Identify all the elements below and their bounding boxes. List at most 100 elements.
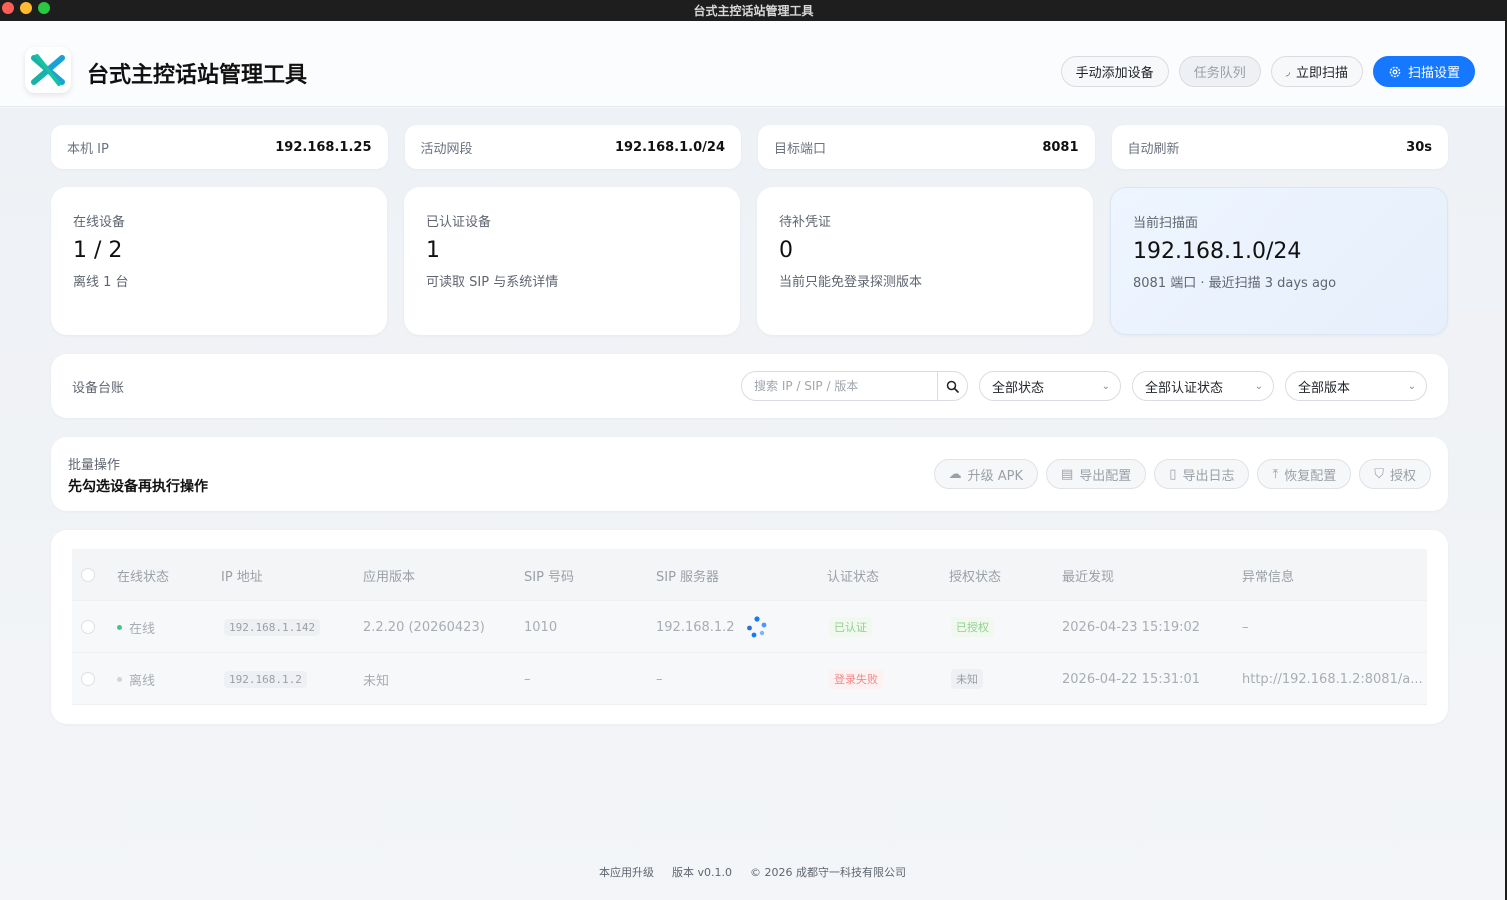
document-icon: ▤ <box>1060 466 1074 482</box>
window-titlebar: 台式主控话站管理工具 <box>0 0 1507 21</box>
col-auth: 认证状态 <box>827 569 880 585</box>
cloud-upload-icon: ☁ <box>948 466 962 482</box>
col-sip-server: SIP 服务器 <box>656 569 720 585</box>
stat-label: 已认证设备 <box>426 215 492 230</box>
search-icon <box>946 380 959 393</box>
close-window-button[interactable] <box>2 2 14 14</box>
info-value: 8081 <box>1042 139 1079 155</box>
online-status-cell: 离线 <box>117 653 155 705</box>
scan-now-label: 立即扫描 <box>1295 66 1348 81</box>
network-info-strip: 本机 IP 192.168.1.25 活动网段 192.168.1.0/24 目… <box>51 125 1448 169</box>
stat-value: 192.168.1.0/24 <box>1133 239 1302 264</box>
batch-hint: 先勾选设备再执行操作 <box>68 479 208 495</box>
window-controls <box>2 2 50 14</box>
col-version: 应用版本 <box>363 569 416 585</box>
export-config-label: 导出配置 <box>1079 468 1132 484</box>
last-seen-cell: 2026-04-23 15:19:02 <box>1062 619 1201 635</box>
col-sip: SIP 号码 <box>524 569 575 585</box>
online-status-text: 在线 <box>129 621 156 637</box>
stat-online-devices: 在线设备 1 / 2 离线 1 台 <box>51 187 387 335</box>
info-target-port: 目标端口 8081 <box>758 125 1095 169</box>
auth-cell: 登录失败 <box>829 653 883 705</box>
table-row[interactable]: 在线 192.168.1.142 2.2.20 (20260423) 1010 … <box>72 601 1427 653</box>
file-icon: ▯ <box>1169 466 1177 482</box>
refresh-icon: ◞ <box>1285 65 1290 78</box>
chevron-down-icon: ⌄ <box>1101 380 1110 392</box>
task-queue-button[interactable]: 任务队列 <box>1178 56 1261 87</box>
gear-icon <box>1389 66 1401 77</box>
stat-subtext: 离线 1 台 <box>73 275 129 290</box>
scan-settings-button[interactable]: 扫描设置 <box>1372 56 1475 87</box>
status-filter-select[interactable]: 全部状态 ⌄ <box>979 371 1121 401</box>
info-active-subnet: 活动网段 192.168.1.0/24 <box>404 125 741 169</box>
select-all-checkbox[interactable] <box>81 549 95 601</box>
info-local-ip: 本机 IP 192.168.1.25 <box>51 125 388 169</box>
stat-label: 待补凭证 <box>779 215 832 230</box>
offline-dot-icon <box>117 676 122 682</box>
last-seen-cell: 2026-04-22 15:31:01 <box>1062 671 1201 687</box>
upgrade-apk-button[interactable]: ☁ 升级 APK <box>933 459 1038 489</box>
app-footer: 本应用升级 版本 v0.1.0 © 2026 成都守一科技有限公司 <box>0 864 1505 880</box>
logo-x-icon <box>31 54 65 86</box>
table-row[interactable]: 离线 192.168.1.2 未知 – – 登录失败 未知 2026-04-22… <box>72 653 1427 705</box>
copyright: © 2026 成都守一科技有限公司 <box>750 866 906 879</box>
device-table: 在线状态 IP 地址 应用版本 SIP 号码 SIP 服务器 认证状态 授权状态… <box>72 549 1427 705</box>
online-status-cell: 在线 <box>117 601 155 653</box>
license-cell: 已授权 <box>951 601 994 653</box>
upload-icon: ⤒ <box>1272 466 1279 482</box>
scan-settings-label: 扫描设置 <box>1407 66 1460 81</box>
ledger-title: 设备台账 <box>72 381 125 396</box>
stat-value: 0 <box>779 238 793 263</box>
export-config-button[interactable]: ▤ 导出配置 <box>1045 459 1147 489</box>
auth-filter-select[interactable]: 全部认证状态 ⌄ <box>1132 371 1274 401</box>
app-upgrade-link[interactable]: 本应用升级 <box>599 864 654 880</box>
online-status-text: 离线 <box>129 673 156 689</box>
col-license: 授权状态 <box>949 569 1002 585</box>
upgrade-apk-label: 升级 APK <box>967 468 1023 484</box>
status-filter-value: 全部状态 <box>992 380 1045 396</box>
chevron-down-icon: ⌄ <box>1407 380 1416 392</box>
add-device-button[interactable]: 手动添加设备 <box>1060 56 1169 87</box>
info-value: 192.168.1.0/24 <box>614 139 725 155</box>
batch-actions: ☁ 升级 APK ▤ 导出配置 ▯ 导出日志 ⤒ 恢复配置 ⛉ 授权 <box>933 459 1431 489</box>
search-box <box>741 371 968 401</box>
search-input[interactable] <box>742 372 937 400</box>
search-button[interactable] <box>937 372 967 400</box>
error-cell: http://192.168.1.2:8081/a... <box>1242 671 1423 687</box>
shield-icon: ⛉ <box>1374 466 1384 482</box>
row-checkbox[interactable] <box>81 653 95 705</box>
minimize-window-button[interactable] <box>20 2 32 14</box>
export-log-button[interactable]: ▯ 导出日志 <box>1154 459 1250 489</box>
license-badge: 未知 <box>951 669 983 689</box>
zoom-window-button[interactable] <box>38 2 50 14</box>
ip-cell: 192.168.1.2 <box>224 653 307 705</box>
version-filter-value: 全部版本 <box>1298 380 1351 396</box>
info-label: 活动网段 <box>420 141 473 157</box>
app-window: 台式主控话站管理工具 手动添加设备 任务队列 ◞ 立即扫描 扫描设置 本机 IP… <box>0 21 1505 900</box>
info-label: 本机 IP <box>67 141 109 157</box>
device-table-card: 在线状态 IP 地址 应用版本 SIP 号码 SIP 服务器 认证状态 授权状态… <box>51 530 1448 724</box>
stat-subtext: 8081 端口 · 最近扫描 3 days ago <box>1133 276 1337 291</box>
stat-authenticated-devices: 已认证设备 1 可读取 SIP 与系统详情 <box>404 187 740 335</box>
ip-badge: 192.168.1.142 <box>224 618 321 636</box>
batch-operations-panel: 批量操作 先勾选设备再执行操作 ☁ 升级 APK ▤ 导出配置 ▯ 导出日志 ⤒… <box>51 437 1448 511</box>
info-value: 192.168.1.25 <box>275 139 372 155</box>
version-filter-select[interactable]: 全部版本 ⌄ <box>1285 371 1427 401</box>
authorize-button[interactable]: ⛉ 授权 <box>1359 459 1431 489</box>
license-badge: 已授权 <box>951 617 994 637</box>
app-header: 台式主控话站管理工具 手动添加设备 任务队列 ◞ 立即扫描 扫描设置 <box>0 21 1505 107</box>
sip-server-text: 192.168.1.2 <box>656 619 735 635</box>
row-checkbox[interactable] <box>81 601 95 653</box>
loading-spinner-icon <box>746 616 766 638</box>
stat-subtext: 可读取 SIP 与系统详情 <box>426 275 559 290</box>
sip-server-cell: 192.168.1.2 <box>656 601 769 653</box>
info-auto-refresh: 自动刷新 30s <box>1111 125 1448 169</box>
stat-subtext: 当前只能免登录探测版本 <box>779 275 923 290</box>
stat-value: 1 / 2 <box>73 238 123 263</box>
sip-cell: – <box>524 671 531 687</box>
scan-now-button[interactable]: ◞ 立即扫描 <box>1270 56 1363 87</box>
error-cell: – <box>1242 619 1249 635</box>
col-last-seen: 最近发现 <box>1062 569 1115 585</box>
restore-config-button[interactable]: ⤒ 恢复配置 <box>1257 459 1352 489</box>
stat-value: 1 <box>426 238 440 263</box>
